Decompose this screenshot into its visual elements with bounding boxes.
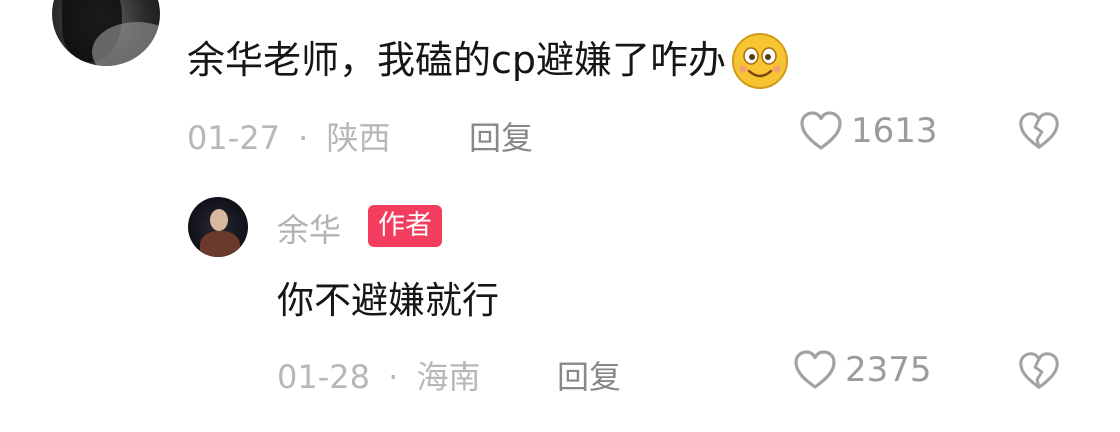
reply-date: 01-28 [277, 358, 370, 396]
avatar-body [200, 231, 240, 257]
comment-like-count: 1613 [851, 111, 938, 151]
reply-reply-button[interactable]: 回复 [557, 352, 621, 398]
comment-location: 陕西 [326, 119, 391, 157]
reply-like-button[interactable]: 2375 [791, 346, 932, 394]
meta-separator: · [388, 358, 399, 396]
reply-author-avatar[interactable] [188, 197, 248, 257]
author-badge: 作者 [368, 205, 442, 247]
reply-text: 你不避嫌就行 [277, 279, 499, 322]
broken-heart-icon[interactable] [1016, 348, 1062, 394]
comment-like-button[interactable]: 1613 [797, 107, 938, 155]
comment-body: 余华老师，我磕的cp避嫌了咋办 [187, 38, 727, 82]
commenter-avatar[interactable] [52, 0, 160, 66]
heart-outline-icon [794, 350, 836, 389]
comment-meta: 01-27 · 陕西 [187, 113, 391, 159]
reply-meta: 01-28 · 海南 [277, 352, 481, 398]
comment-text: 余华老师，我磕的cp避嫌了咋办 [187, 28, 792, 92]
broken-heart-icon[interactable] [1016, 108, 1062, 154]
meta-separator: · [298, 119, 309, 157]
comment-date: 01-27 [187, 119, 280, 157]
comment-reply-button[interactable]: 回复 [469, 113, 533, 159]
avatar-face [210, 209, 228, 231]
heart-outline-icon [800, 111, 842, 150]
reply-author-name[interactable]: 余华 [277, 205, 341, 251]
smile-emoji-icon [732, 32, 789, 89]
reply-location: 海南 [416, 358, 481, 396]
reply-like-count: 2375 [845, 350, 932, 390]
